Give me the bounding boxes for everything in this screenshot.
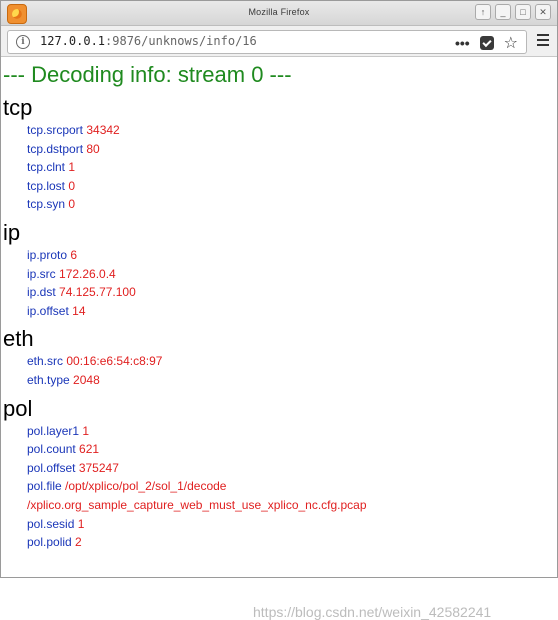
section-title-tcp: tcp — [3, 95, 33, 120]
field-value: 2048 — [73, 372, 100, 387]
field-key: ip.dst — [27, 285, 56, 300]
field-list-ip: ip.proto 6 ip.src 172.26.0.4 ip.dst 74.125… — [3, 246, 557, 320]
field-value: 1 — [68, 160, 76, 175]
hamburger-menu-icon[interactable] — [537, 34, 549, 46]
bookmark-star-icon[interactable]: ☆ — [504, 33, 518, 53]
url-text[interactable]: 127.0.0.1:9876/unknows/info/16 — [40, 34, 257, 48]
field-key: pol.sesid — [27, 516, 75, 531]
field-key: tcp.srcport — [27, 123, 84, 137]
field-value: 172.26.0.4 — [59, 266, 116, 281]
field-row: ip.proto 6 — [27, 246, 557, 265]
field-value: 00:16:e6:54:c8:97 — [66, 354, 163, 369]
field-row: ip.dst 74.125.77.100 — [27, 283, 557, 302]
field-value: /xplico.org_sample_capture_web_must_use_… — [27, 497, 367, 512]
window-minimize-button[interactable]: _ — [495, 4, 511, 20]
field-value: 621 — [79, 442, 100, 457]
field-value: 2 — [75, 535, 82, 550]
field-key: tcp.dstport — [27, 141, 84, 156]
field-key: tcp.lost — [27, 178, 66, 193]
url-path: :9876/unknows/info/16 — [105, 34, 257, 48]
browser-window: Mozilla Firefox ↑ _ □ ✕ i 127.0.0.1:9876… — [0, 0, 558, 620]
field-key: tcp.clnt — [27, 160, 66, 175]
site-info-icon[interactable]: i — [16, 35, 30, 49]
field-value: 375247 — [78, 460, 119, 475]
field-row: pol.polid 2 — [27, 533, 557, 552]
field-value: 6 — [70, 247, 78, 262]
page-actions-icon[interactable]: ••• — [455, 35, 470, 51]
field-key: eth.type — [27, 372, 70, 387]
field-row: eth.type 2048 — [27, 371, 557, 390]
field-row: pol.count 621 — [27, 440, 557, 459]
field-list-tcp: tcp.srcport 34342 tcp.dstport 80 tcp.clnt … — [3, 121, 557, 214]
field-key: ip.proto — [27, 247, 68, 262]
field-value: 1 — [82, 423, 90, 438]
field-row: /xplico.org_sample_capture_web_must_use_… — [27, 496, 557, 515]
field-value: 34342 — [86, 123, 120, 137]
field-row: tcp.srcport 34342 — [27, 121, 557, 140]
field-list-pol: pol.layer1 1 pol.count 621 pol.offset 3752… — [3, 422, 557, 552]
pocket-icon[interactable] — [479, 36, 494, 50]
field-row: ip.src 172.26.0.4 — [27, 265, 557, 284]
field-key: ip.offset — [27, 303, 69, 318]
field-key: pol.offset — [27, 460, 76, 475]
field-key: pol.file — [27, 479, 62, 494]
field-value: /opt/xplico/pol_2/sol_1/decode — [65, 479, 227, 494]
section-title-eth: eth — [3, 326, 34, 352]
navigation-bar: i 127.0.0.1:9876/unknows/info/16 ••• ☆ — [1, 26, 557, 57]
window-close-button[interactable]: ✕ — [535, 4, 551, 20]
field-row: tcp.clnt 1 — [27, 158, 557, 177]
field-row: pol.offset 375247 — [27, 459, 557, 478]
field-row: pol.layer1 1 — [27, 422, 557, 441]
field-key: pol.count — [27, 442, 76, 457]
field-key: pol.polid — [27, 535, 72, 550]
field-key: eth.src — [27, 354, 64, 369]
page-content: --- Decoding info: stream 0 --- tcp tcp.s… — [1, 57, 557, 620]
sections-container: tcp tcp.srcport 34342 tcp.dstport 80 tcp.cl… — [3, 89, 557, 552]
url-bar[interactable]: i 127.0.0.1:9876/unknows/info/16 ••• ☆ — [7, 30, 527, 54]
field-row: ip.offset 14 — [27, 302, 557, 321]
field-key: tcp.syn — [27, 197, 66, 212]
field-value: 74.125.77.100 — [59, 285, 136, 300]
field-value: 80 — [86, 141, 100, 156]
field-list-eth: eth.src 00:16:e6:54:c8:97 eth.type 2048 — [3, 352, 557, 389]
field-row: eth.src 00:16:e6:54:c8:97 — [27, 352, 557, 371]
title-bar: Mozilla Firefox ↑ _ □ ✕ — [1, 1, 557, 26]
field-value: 0 — [68, 178, 76, 193]
window-up-button[interactable]: ↑ — [475, 4, 491, 20]
page-heading: --- Decoding info: stream 0 --- — [3, 62, 292, 87]
window-maximize-button[interactable]: □ — [515, 4, 531, 20]
field-row: pol.sesid 1 — [27, 515, 557, 534]
url-host: 127.0.0.1 — [40, 34, 106, 48]
field-value: 14 — [72, 303, 86, 318]
field-value: 0 — [68, 197, 76, 212]
window-controls: ↑ _ □ ✕ — [475, 4, 551, 20]
field-key: pol.layer1 — [27, 423, 80, 438]
field-row: tcp.lost 0 — [27, 177, 557, 196]
field-key: ip.src — [27, 266, 56, 281]
watermark: https://blog.csdn.net/weixin_42582241 — [253, 604, 492, 620]
field-row: tcp.dstport 80 — [27, 140, 557, 159]
field-row: tcp.syn 0 — [27, 195, 557, 214]
window-title: Mozilla Firefox — [248, 7, 310, 17]
field-row: pol.file /opt/xplico/pol_2/sol_1/decode — [27, 477, 557, 496]
section-title-pol: pol — [3, 395, 33, 421]
section-title-ip: ip — [3, 219, 21, 245]
url-bar-actions: ••• ☆ — [455, 33, 518, 53]
field-value: 1 — [77, 516, 85, 531]
